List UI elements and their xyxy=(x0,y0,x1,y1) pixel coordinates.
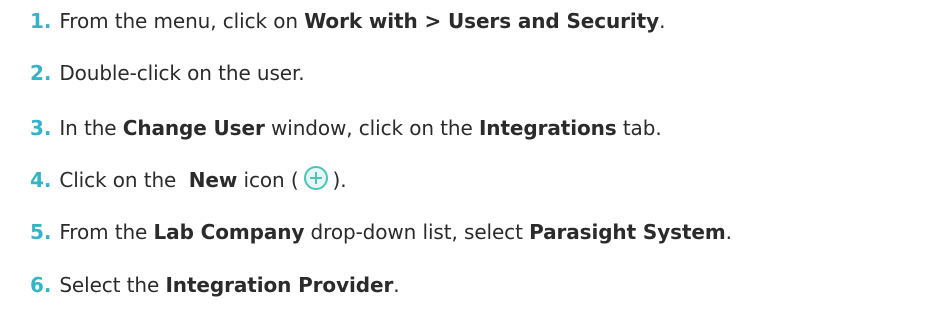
step-2: 2. Double-click on the user. xyxy=(30,59,305,87)
step-number: 4. xyxy=(30,168,52,192)
instruction-steps: 1. From the menu, click on Work with > Us… xyxy=(0,0,940,320)
step-text: Click on the xyxy=(59,168,189,192)
step-text: From the menu, click on xyxy=(59,9,305,33)
step-number: 1. xyxy=(30,9,52,33)
step-4: 4. Click on the New icon ( ). xyxy=(30,165,347,194)
option-name-text: Parasight System xyxy=(529,220,726,244)
tab-name-text: Integrations xyxy=(478,116,617,140)
step-1: 1. From the menu, click on Work with > Us… xyxy=(30,7,665,35)
step-text: . xyxy=(725,220,732,244)
step-number: 3. xyxy=(30,116,52,140)
field-name-text: Integration Provider xyxy=(165,273,394,297)
step-number: 2. xyxy=(30,61,52,85)
dropdown-name-text: Lab Company xyxy=(153,220,305,244)
step-text: Double-click on the user. xyxy=(59,61,305,85)
step-text: In the xyxy=(59,116,123,140)
step-3: 3. In the Change User window, click on th… xyxy=(30,114,662,142)
step-text: Select the xyxy=(59,273,166,297)
plus-circle-icon xyxy=(303,165,329,191)
step-text: ). xyxy=(332,168,347,192)
step-5: 5. From the Lab Company drop-down list, s… xyxy=(30,218,732,246)
step-number: 5. xyxy=(30,220,52,244)
step-number: 6. xyxy=(30,273,52,297)
step-text: drop-down list, select xyxy=(304,220,530,244)
step-text: icon ( xyxy=(237,168,299,192)
menu-path-text: Work with > Users and Security xyxy=(304,9,660,33)
icon-name-text: New xyxy=(188,168,238,192)
step-text: From the xyxy=(59,220,154,244)
step-6: 6. Select the Integration Provider. xyxy=(30,271,400,299)
step-text: . xyxy=(393,273,400,297)
step-text: window, click on the xyxy=(264,116,479,140)
step-text: . xyxy=(659,9,666,33)
window-name-text: Change User xyxy=(122,116,265,140)
step-text: tab. xyxy=(616,116,662,140)
